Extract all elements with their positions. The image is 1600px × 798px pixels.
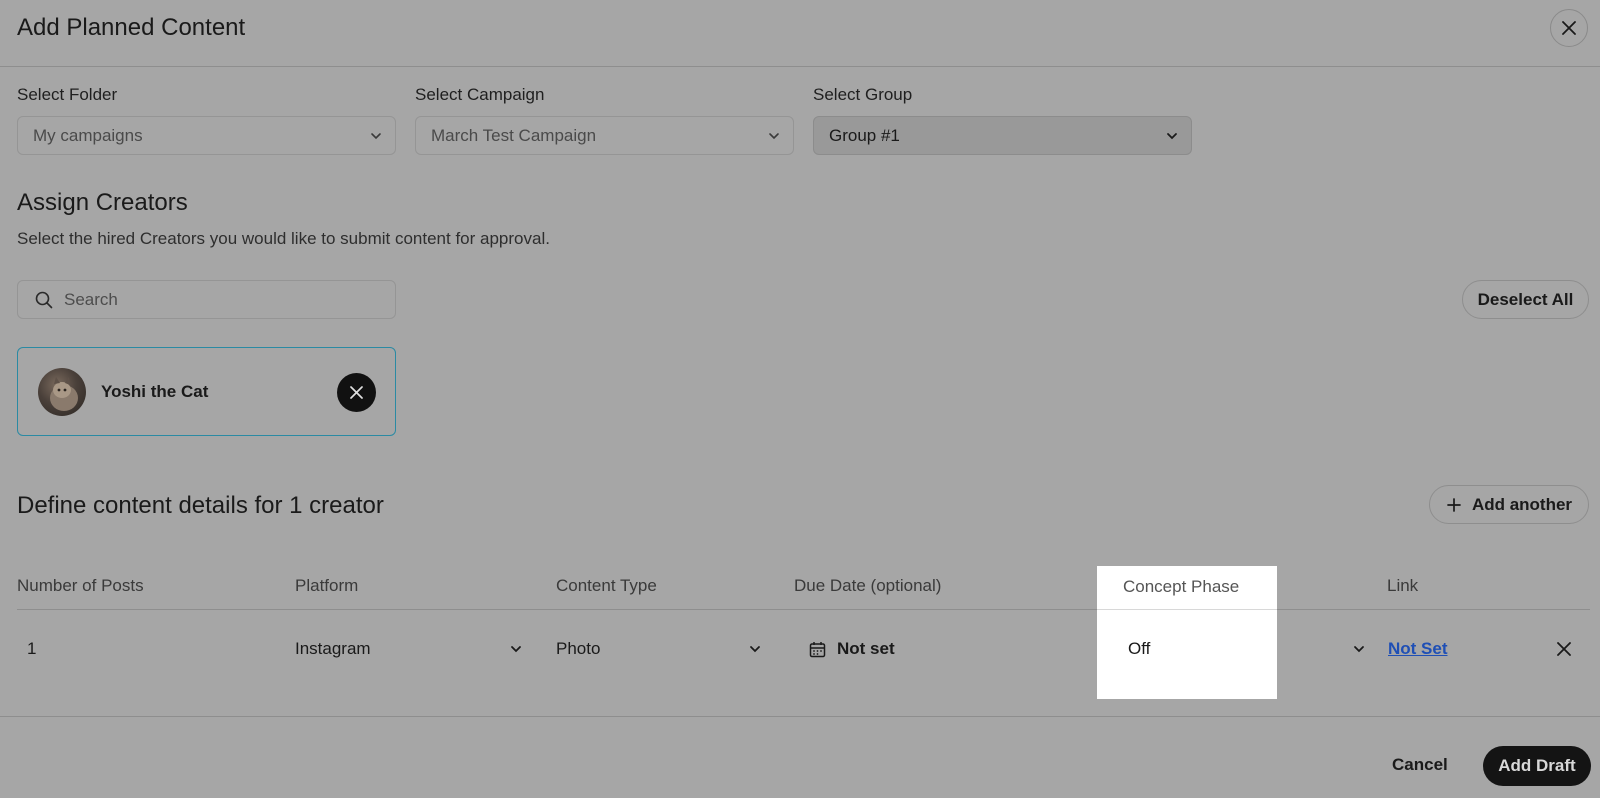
table-divider (1097, 609, 1277, 610)
add-planned-content-modal: Add Planned Content Select Folder My cam… (0, 0, 1600, 798)
concept-phase-select[interactable]: Off (1128, 639, 1150, 659)
folder-select-value: My campaigns (33, 125, 143, 145)
chevron-down-icon[interactable] (1352, 642, 1366, 656)
search-placeholder: Search (64, 289, 118, 309)
assign-creators-title: Assign Creators (17, 189, 188, 216)
search-icon (35, 291, 53, 309)
due-date-picker[interactable]: Not set (809, 639, 895, 659)
calendar-icon (809, 641, 826, 657)
assign-creators-description: Select the hired Creators you would like… (17, 229, 550, 248)
add-draft-button[interactable]: Add Draft (1483, 746, 1591, 786)
add-another-label: Add another (1471, 494, 1573, 514)
campaign-select-value: March Test Campaign (431, 125, 597, 145)
table-divider (17, 609, 1590, 610)
column-header-link: Link (1387, 576, 1419, 595)
cancel-button[interactable]: Cancel (1392, 755, 1448, 775)
group-select[interactable]: Group #1 (813, 116, 1192, 155)
group-select-value: Group #1 (829, 125, 900, 145)
chevron-down-icon[interactable] (748, 642, 762, 656)
column-header-due-date: Due Date (optional) (794, 576, 942, 595)
chevron-down-icon (1167, 133, 1177, 140)
concept-phase-column: Concept Phase Off (1097, 566, 1277, 699)
platform-select[interactable]: Instagram (295, 639, 371, 659)
add-draft-label: Add Draft (1498, 756, 1576, 775)
link-not-set[interactable]: Not Set (1388, 639, 1448, 659)
avatar (38, 368, 86, 416)
group-label: Select Group (813, 85, 913, 104)
plus-icon (1447, 497, 1461, 512)
footer-divider (0, 716, 1600, 717)
deselect-all-label: Deselect All (1477, 289, 1574, 309)
avatar-image (50, 377, 78, 411)
posts-count[interactable]: 1 (27, 639, 36, 659)
search-input[interactable]: Search (17, 280, 396, 319)
add-another-button[interactable]: Add another (1429, 485, 1589, 524)
deselect-all-button[interactable]: Deselect All (1462, 280, 1589, 319)
column-header-concept-phase: Concept Phase (1123, 577, 1240, 596)
folder-label: Select Folder (17, 85, 118, 104)
content-details-title: Define content details for 1 creator (17, 492, 384, 519)
creator-name: Yoshi the Cat (101, 382, 209, 401)
chevron-down-icon (769, 133, 779, 140)
folder-select[interactable]: My campaigns (17, 116, 396, 155)
chevron-down-icon (371, 133, 381, 140)
close-icon (350, 386, 363, 399)
due-date-value: Not set (837, 639, 895, 658)
content-type-select[interactable]: Photo (556, 639, 600, 659)
close-button[interactable] (1550, 9, 1588, 47)
chevron-down-icon[interactable] (509, 642, 523, 656)
modal-header: Add Planned Content (0, 0, 1600, 67)
column-header-content-type: Content Type (556, 576, 657, 595)
remove-creator-button[interactable] (337, 373, 376, 412)
column-header-posts: Number of Posts (17, 576, 144, 595)
creator-card[interactable]: Yoshi the Cat (17, 347, 396, 436)
close-icon[interactable] (1557, 642, 1571, 656)
campaign-select[interactable]: March Test Campaign (415, 116, 794, 155)
close-icon (1562, 21, 1576, 35)
page-title: Add Planned Content (17, 14, 246, 41)
campaign-label: Select Campaign (415, 85, 545, 104)
column-header-platform: Platform (295, 576, 359, 595)
